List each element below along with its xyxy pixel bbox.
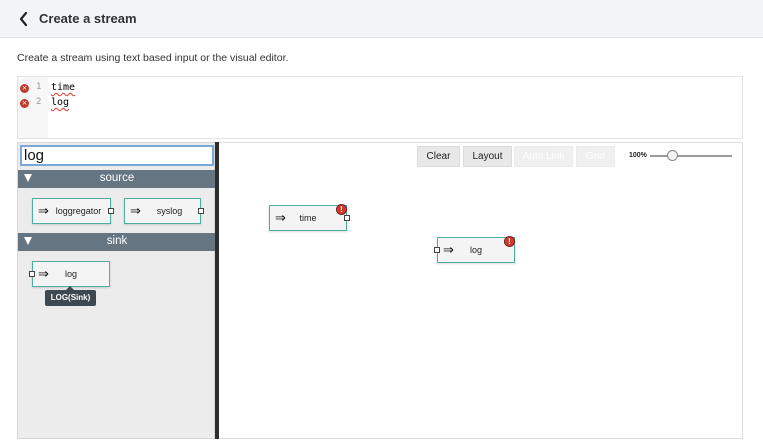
page-header: Create a stream [0, 0, 763, 38]
palette-group-sink[interactable]: sink [18, 233, 216, 251]
line-number: 2 [36, 97, 42, 107]
node-label: loggregator [55, 206, 102, 216]
zoom-label: 100% [629, 152, 647, 159]
line-code[interactable]: log [51, 97, 69, 108]
error-icon[interactable]: × [20, 99, 29, 108]
back-button[interactable] [17, 10, 31, 28]
layout-button[interactable]: Layout [463, 146, 512, 167]
node-label: log [469, 245, 482, 255]
output-port[interactable] [198, 208, 204, 214]
palette-search-input[interactable] [20, 145, 214, 166]
palette-item-syslog[interactable]: ⇒ syslog [124, 198, 204, 224]
group-label: sink [106, 235, 128, 247]
line-number: 1 [36, 82, 42, 92]
node-label: syslog [156, 206, 183, 216]
palette-group-source[interactable]: source [18, 170, 216, 188]
line-code[interactable]: time [51, 82, 75, 93]
palette-item-loggregator[interactable]: ⇒ loggregator [32, 198, 114, 224]
error-warning-icon[interactable]: ! [504, 236, 515, 247]
group-label: source [99, 172, 135, 184]
palette-tooltip: LOG(Sink) [45, 286, 96, 306]
output-port[interactable] [344, 215, 350, 221]
node-label: log [64, 269, 77, 279]
editor-line[interactable]: × 1 time [18, 81, 218, 96]
flow-canvas[interactable] [219, 142, 743, 439]
clear-button[interactable]: Clear [417, 146, 460, 167]
page-title: Create a stream [39, 11, 137, 26]
grid-button[interactable]: Grid [576, 146, 615, 167]
error-icon[interactable]: × [20, 84, 29, 93]
canvas-node-log[interactable]: ⇒ log ! [434, 236, 515, 263]
zoom-slider-track[interactable] [650, 155, 732, 157]
editor-line[interactable]: × 2 log [18, 96, 218, 111]
output-port[interactable] [108, 208, 114, 214]
page-description: Create a stream using text based input o… [17, 52, 289, 64]
error-warning-icon[interactable]: ! [336, 204, 347, 215]
auto-link-button[interactable]: Auto Link [514, 146, 573, 167]
canvas-node-time[interactable]: ⇒ time ! [269, 204, 350, 231]
node-label: time [299, 213, 317, 223]
stream-text-editor[interactable]: × 1 time × 2 log [17, 76, 743, 139]
palette-item-log[interactable]: ⇒ log [29, 261, 110, 287]
chevron-left-icon [19, 11, 28, 27]
zoom-slider[interactable] [650, 150, 732, 161]
zoom-slider-thumb[interactable] [667, 150, 678, 161]
